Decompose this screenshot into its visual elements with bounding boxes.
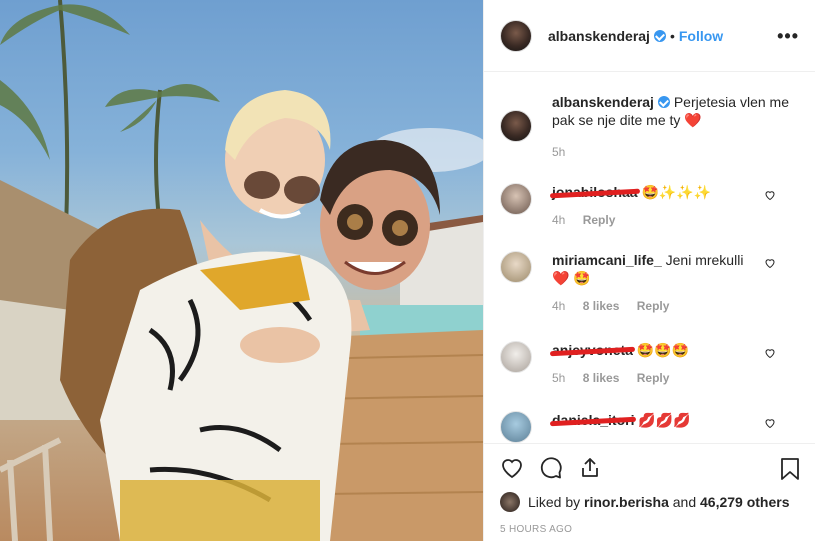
author-avatar[interactable] xyxy=(500,19,532,52)
post-photo[interactable] xyxy=(0,0,483,541)
commenter-username-redacted[interactable]: anjeyvoneta xyxy=(552,342,633,358)
likes-prefix: Liked by xyxy=(528,494,581,510)
reply-button[interactable]: Reply xyxy=(637,299,670,313)
photo-illustration xyxy=(0,0,483,541)
action-icons-row xyxy=(500,456,602,480)
commenter-avatar[interactable] xyxy=(500,251,532,283)
comment-text: 🤩🤩🤩 xyxy=(636,342,690,358)
more-options-icon[interactable]: ••• xyxy=(777,26,799,47)
likes-count[interactable]: 46,279 others xyxy=(700,494,790,510)
commenter-username-redacted[interactable]: jonabiloshaa xyxy=(552,184,638,200)
comment-icon[interactable] xyxy=(539,456,563,480)
comment-body: anjeyvoneta 🤩🤩🤩 xyxy=(552,341,752,359)
caption-body: albanskenderaj Perjetesia vlen me pak se… xyxy=(552,93,800,161)
comment-meta: 5h 8 likes Reply xyxy=(552,371,800,385)
comment-item: daniela_itori 💋💋💋 xyxy=(500,411,800,443)
comment-meta: 4h 8 likes Reply xyxy=(552,299,800,313)
commenter-avatar[interactable] xyxy=(500,411,532,443)
commenter-username-redacted[interactable]: daniela_itori xyxy=(552,412,634,428)
instagram-post: albanskenderaj • Follow ••• albanskender… xyxy=(0,0,815,541)
comment-likes[interactable]: 8 likes xyxy=(583,299,620,313)
commenter-avatar[interactable] xyxy=(500,341,532,373)
verified-badge-icon xyxy=(657,96,670,108)
post-timestamp[interactable]: 5 HOURS AGO xyxy=(500,524,572,535)
caption-avatar[interactable] xyxy=(500,110,532,142)
comment-body: jonabiloshaa 🤩✨✨✨ xyxy=(552,183,752,201)
liker-username[interactable]: rinor.berisha xyxy=(584,494,669,510)
comment-item: miriamcani_life_ Jeni mrekulli❤️ 🤩 4h 8 … xyxy=(500,251,800,313)
like-comment-heart-icon[interactable] xyxy=(764,189,776,201)
likes-middle: and xyxy=(672,494,697,510)
like-comment-heart-icon[interactable] xyxy=(764,257,776,269)
likes-summary: Liked by rinor.berisha and 46,279 others xyxy=(500,492,790,512)
comment-meta: 4h Reply xyxy=(552,213,800,227)
author-username[interactable]: albanskenderaj xyxy=(548,28,650,44)
verified-badge-icon xyxy=(653,29,666,42)
comment-item: anjeyvoneta 🤩🤩🤩 5h 8 likes Reply xyxy=(500,341,800,385)
caption-username[interactable]: albanskenderaj xyxy=(552,94,654,110)
post-actions: Liked by rinor.berisha and 46,279 others… xyxy=(484,443,815,541)
post-side-panel: albanskenderaj • Follow ••• albanskender… xyxy=(483,0,815,541)
comment-time[interactable]: 4h xyxy=(552,299,565,313)
header-separator: • xyxy=(669,27,675,44)
comment-body: daniela_itori 💋💋💋 xyxy=(552,411,752,429)
commenter-avatar[interactable] xyxy=(500,183,532,215)
comment-item: jonabiloshaa 🤩✨✨✨ 4h Reply xyxy=(500,183,800,227)
comments-list[interactable]: albanskenderaj Perjetesia vlen me pak se… xyxy=(484,73,815,443)
bookmark-icon[interactable] xyxy=(779,457,801,481)
caption-emoji: ❤️ xyxy=(684,112,702,128)
caption: albanskenderaj Perjetesia vlen me pak se… xyxy=(500,93,800,161)
save-button[interactable] xyxy=(779,457,801,481)
comment-time[interactable]: 4h xyxy=(552,213,565,227)
caption-time[interactable]: 5h xyxy=(552,143,800,161)
liker-avatar[interactable] xyxy=(500,492,520,512)
share-icon[interactable] xyxy=(578,456,602,480)
like-comment-heart-icon[interactable] xyxy=(764,347,776,359)
heart-icon[interactable] xyxy=(500,456,524,480)
comment-time[interactable]: 5h xyxy=(552,371,565,385)
reply-button[interactable]: Reply xyxy=(637,371,670,385)
comment-likes[interactable]: 8 likes xyxy=(583,371,620,385)
comment-text: 💋💋💋 xyxy=(638,412,691,428)
comment-text: 🤩✨✨✨ xyxy=(641,184,712,200)
post-header: albanskenderaj • Follow ••• xyxy=(484,0,815,72)
commenter-username[interactable]: miriamcani_life_ xyxy=(552,252,662,268)
reply-button[interactable]: Reply xyxy=(583,213,616,227)
comment-body: miriamcani_life_ Jeni mrekulli❤️ 🤩 xyxy=(552,251,752,287)
like-comment-heart-icon[interactable] xyxy=(764,417,776,429)
follow-button[interactable]: Follow xyxy=(679,28,723,44)
